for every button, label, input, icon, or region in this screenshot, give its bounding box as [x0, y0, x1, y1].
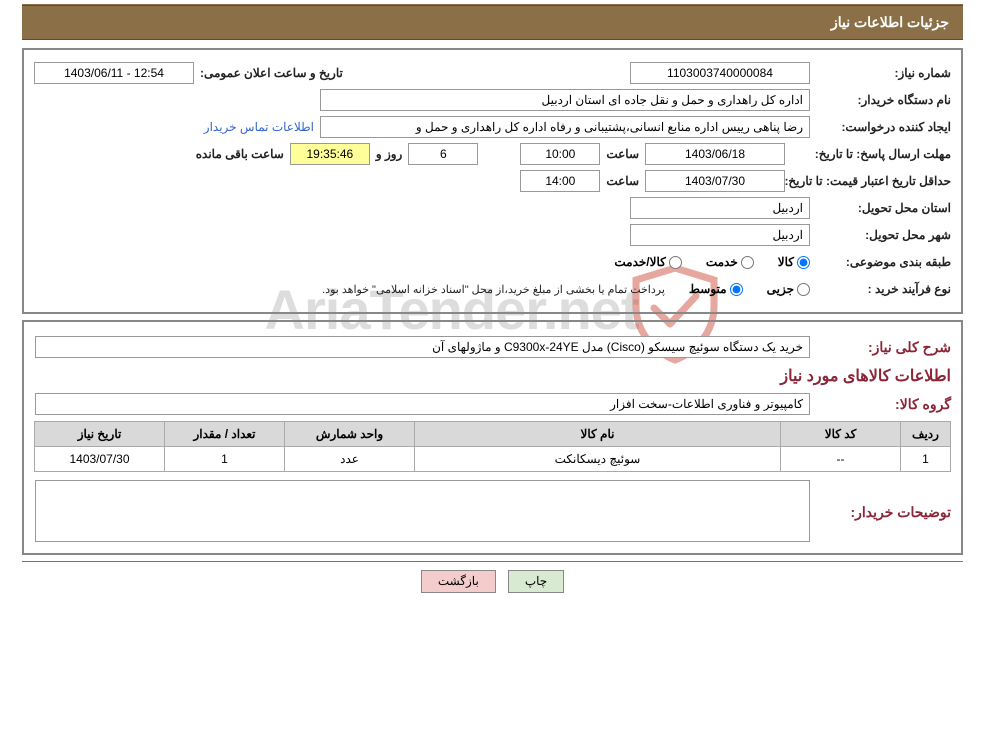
buyer-contact-link[interactable]: اطلاعات تماس خریدار — [204, 120, 314, 134]
buyer-org-label: نام دستگاه خریدار: — [816, 93, 951, 107]
buyer-notes-textarea[interactable] — [35, 480, 810, 542]
th-code: کد کالا — [781, 422, 901, 447]
cat-goods-option: کالا — [778, 255, 810, 269]
th-name: نام کالا — [415, 422, 781, 447]
req-no-label: شماره نیاز: — [816, 66, 951, 80]
validity-time-field[interactable] — [520, 170, 600, 192]
countdown-field[interactable] — [290, 143, 370, 165]
cell-unit: عدد — [285, 447, 415, 472]
desc-field[interactable] — [35, 336, 810, 358]
th-date: تاریخ نیاز — [35, 422, 165, 447]
province-label: استان محل تحویل: — [816, 201, 951, 215]
cat-goods-radio[interactable] — [797, 256, 810, 269]
process-partial-radio[interactable] — [797, 283, 810, 296]
cat-service-option: خدمت — [706, 255, 754, 269]
announce-label: تاریخ و ساعت اعلان عمومی: — [200, 66, 343, 80]
items-panel: شرح کلی نیاز: اطلاعات کالاهای مورد نیاز … — [22, 320, 963, 555]
deadline-label: مهلت ارسال پاسخ: تا تاریخ: — [791, 147, 951, 161]
cell-name: سوئیچ دیسکانکت — [415, 447, 781, 472]
page-title-bar: جزئیات اطلاعات نیاز — [22, 5, 963, 40]
cat-goods-service-radio[interactable] — [669, 256, 682, 269]
days-and-label: روز و — [376, 147, 403, 161]
process-medium-radio[interactable] — [730, 283, 743, 296]
time-label-1: ساعت — [606, 147, 639, 161]
group-field[interactable] — [35, 393, 810, 415]
process-partial-option: جزیی — [767, 282, 810, 296]
cat-service-radio[interactable] — [741, 256, 754, 269]
desc-label: شرح کلی نیاز: — [816, 339, 951, 356]
announce-field[interactable] — [34, 62, 194, 84]
buyer-notes-label: توضیحات خریدار: — [816, 486, 951, 521]
cell-date: 1403/07/30 — [35, 447, 165, 472]
back-button[interactable]: بازگشت — [421, 570, 496, 593]
cell-idx: 1 — [901, 447, 951, 472]
city-field[interactable] — [630, 224, 810, 246]
cell-code: -- — [781, 447, 901, 472]
buyer-org-field[interactable] — [320, 89, 810, 111]
requester-field[interactable] — [320, 116, 810, 138]
table-header-row: ردیف کد کالا نام کالا واحد شمارش تعداد /… — [35, 422, 951, 447]
process-note: پرداخت تمام یا بخشی از مبلغ خرید،از محل … — [322, 283, 665, 296]
th-unit: واحد شمارش — [285, 422, 415, 447]
category-label: طبقه بندی موضوعی: — [816, 255, 951, 269]
cell-qty: 1 — [165, 447, 285, 472]
time-label-2: ساعت — [606, 174, 639, 188]
requester-label: ایجاد کننده درخواست: — [816, 120, 951, 134]
province-field[interactable] — [630, 197, 810, 219]
deadline-time-field[interactable] — [520, 143, 600, 165]
print-button[interactable]: چاپ — [508, 570, 564, 593]
table-row: 1 -- سوئیچ دیسکانکت عدد 1 1403/07/30 — [35, 447, 951, 472]
cat-goods-service-option: کالا/خدمت — [614, 255, 681, 269]
days-remaining-field[interactable] — [408, 143, 478, 165]
group-label: گروه کالا: — [816, 396, 951, 413]
button-bar: چاپ بازگشت — [0, 562, 985, 605]
page-title: جزئیات اطلاعات نیاز — [831, 14, 949, 30]
page-container: جزئیات اطلاعات نیاز شماره نیاز: تاریخ و … — [0, 4, 985, 605]
city-label: شهر محل تحویل: — [816, 228, 951, 242]
validity-date-field[interactable] — [645, 170, 785, 192]
validity-label: حداقل تاریخ اعتبار قیمت: تا تاریخ: — [791, 174, 951, 188]
req-no-field[interactable] — [630, 62, 810, 84]
deadline-date-field[interactable] — [645, 143, 785, 165]
info-panel: شماره نیاز: تاریخ و ساعت اعلان عمومی: نا… — [22, 48, 963, 314]
process-medium-option: متوسط — [689, 282, 743, 296]
remaining-label: ساعت باقی مانده — [196, 147, 284, 161]
th-qty: تعداد / مقدار — [165, 422, 285, 447]
th-idx: ردیف — [901, 422, 951, 447]
process-label: نوع فرآیند خرید : — [816, 282, 951, 296]
items-table: ردیف کد کالا نام کالا واحد شمارش تعداد /… — [34, 421, 951, 472]
items-section-title: اطلاعات کالاهای مورد نیاز — [34, 366, 951, 386]
